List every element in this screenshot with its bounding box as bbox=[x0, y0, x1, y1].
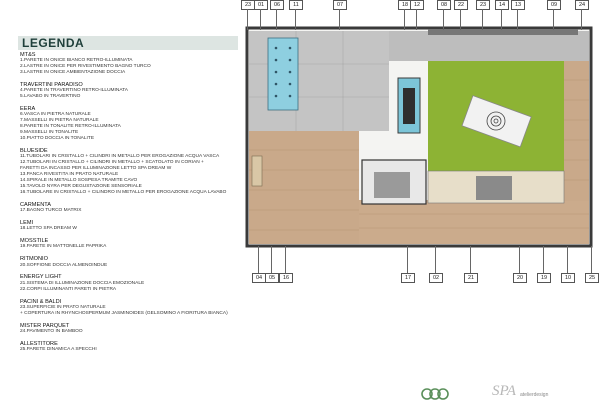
callout-label: 10 bbox=[561, 273, 575, 283]
legend-item: 22.CORPI ILLUMINANTI PARETI IN PIETRA bbox=[20, 286, 117, 292]
legend-item: 5.LAVABO IN TRAVERTINO bbox=[20, 94, 81, 100]
turkish-bath-bench bbox=[374, 172, 410, 198]
leader-line bbox=[543, 246, 544, 273]
legend-group: CARMENTA 17.BAGNO TURCO MATRIX bbox=[20, 202, 235, 214]
legend-item: 3.LASTRE IN ONICE AMBIENTAZIONE DOCCIA bbox=[20, 70, 126, 76]
callout-label: 05 bbox=[265, 273, 279, 283]
callout-label: 07 bbox=[333, 0, 347, 10]
leader-line bbox=[407, 246, 408, 273]
wood-floor-left bbox=[249, 131, 359, 244]
leader-line bbox=[443, 9, 444, 30]
floor-plan-svg bbox=[245, 26, 593, 248]
leader-line bbox=[285, 246, 286, 273]
leader-line bbox=[247, 9, 248, 30]
legend-group: MISTER PARQUET 24.PAVIMENTO IN BAMBOO bbox=[20, 323, 235, 335]
callout-label: 17 bbox=[401, 273, 415, 283]
leader-line bbox=[258, 246, 259, 273]
leader-line bbox=[517, 9, 518, 30]
callout-label: 11 bbox=[289, 0, 303, 10]
callout-label: 13 bbox=[511, 0, 525, 10]
callout-label: 04 bbox=[252, 273, 266, 283]
legend-item: 24.PAVIMENTO IN BAMBOO bbox=[20, 328, 83, 334]
callout-label: 08 bbox=[437, 0, 451, 10]
washbasin bbox=[251, 155, 263, 187]
callout-label: 09 bbox=[547, 0, 561, 10]
callout-label: 20 bbox=[513, 273, 527, 283]
leader-line bbox=[482, 9, 483, 30]
brand-tagline: atelierdesign bbox=[520, 392, 549, 398]
legend-item: 17.BAGNO TURCO MATRIX bbox=[20, 207, 82, 213]
top-wall-strip bbox=[428, 29, 578, 35]
legend-item: 25.PARETE DINAMICA A SPECCHI bbox=[20, 347, 97, 353]
legend-group: ENERGY LIGHT 21.SISTEMA DI ILLUMINAZIONE … bbox=[20, 274, 235, 292]
callout-label: 23 bbox=[241, 0, 255, 10]
legend-group: MOSSTILE 19.PARETE IN MATTONELLE PAPRIKA bbox=[20, 238, 235, 250]
legend-item: 19.PARETE IN MATTONELLE PAPRIKA bbox=[20, 244, 107, 250]
callout-label: 22 bbox=[454, 0, 468, 10]
legend-group: EERA 6.VASCA IN PIETRA NATURALE 7.MASSELLI… bbox=[20, 106, 235, 142]
legend-group: MT&S 1.PARETE IN ONICE BIANCO RETRO-ILLUM… bbox=[20, 52, 235, 76]
callout-label: 21 bbox=[464, 273, 478, 283]
leader-line bbox=[260, 9, 261, 30]
leader-line bbox=[276, 9, 277, 30]
callout-label: 25 bbox=[585, 273, 599, 283]
callout-label: 01 bbox=[254, 0, 268, 10]
callout-label: 14 bbox=[495, 0, 509, 10]
callout-label: 16 bbox=[279, 273, 293, 283]
shower-tray bbox=[476, 176, 512, 200]
bath-tube bbox=[403, 88, 415, 124]
leader-line bbox=[591, 246, 592, 273]
leader-line bbox=[581, 9, 582, 30]
footer-logos: SPA atelierdesign bbox=[420, 383, 610, 400]
callout-label: 02 bbox=[429, 273, 443, 283]
callout-label: 12 bbox=[410, 0, 424, 10]
legend-group: RITMONIO 20.SOFFIONE DOCCIA ALMENOINDUE bbox=[20, 256, 235, 268]
legend-item: 10.PIATTO DOCCIA IN TONALITE bbox=[20, 136, 95, 142]
leader-line bbox=[519, 246, 520, 273]
onyx-wall bbox=[267, 37, 299, 111]
legend-item: 20.SOFFIONE DOCCIA ALMENOINDUE bbox=[20, 262, 108, 268]
leader-line bbox=[404, 9, 405, 30]
brand-logo: SPA bbox=[492, 383, 516, 399]
legend-group: BLUESIDE 11.TUBOLARI IN CRISTALLO + CILIN… bbox=[20, 148, 235, 196]
legend-item: 16.TUBOLARE IN CRISTALLO + CILINDRO IN M… bbox=[20, 189, 227, 195]
callout-label: 19 bbox=[537, 273, 551, 283]
legend-title: LEGENDA bbox=[18, 36, 238, 50]
callout-label: 06 bbox=[270, 0, 284, 10]
legend-group: ALLESTITORE 25.PARETE DINAMICA A SPECCHI bbox=[20, 341, 235, 353]
legend-body: MT&S 1.PARETE IN ONICE BIANCO RETRO-ILLUM… bbox=[20, 52, 235, 359]
leader-line bbox=[501, 9, 502, 30]
leader-line bbox=[271, 246, 272, 273]
callout-label: 24 bbox=[575, 0, 589, 10]
legend-item: 18.LETTO SPA DREAM W bbox=[20, 226, 77, 232]
leader-line bbox=[470, 246, 471, 273]
legend-panel: LEGENDA MT&S 1.PARETE IN ONICE BIANCO RET… bbox=[0, 0, 238, 400]
floor-plan: 23 01 06 11 07 18 12 08 22 23 14 13 09 24 04 05 16 17 02 2… bbox=[238, 0, 615, 290]
legend-group: PACINI & BALDI 23.SUPERFICIE IN PRATO NAT… bbox=[20, 299, 235, 317]
stone-floor-top bbox=[389, 31, 589, 61]
leader-line bbox=[435, 246, 436, 273]
legend-item: + COPERTURA IN RHYNCHOSPERMUM JASMINOIDE… bbox=[20, 310, 228, 316]
leader-line bbox=[567, 246, 568, 273]
legend-group: LEMI 18.LETTO SPA DREAM W bbox=[20, 220, 235, 232]
leader-line bbox=[339, 9, 340, 30]
leader-line bbox=[295, 9, 296, 30]
leader-line bbox=[553, 9, 554, 30]
legend-group: TRAVERTINI PARADISO 4.PARETE IN TRAVERTIN… bbox=[20, 82, 235, 100]
wood-floor-bottom bbox=[359, 200, 589, 244]
leader-line bbox=[416, 9, 417, 30]
leader-line bbox=[460, 9, 461, 30]
callout-label: 23 bbox=[476, 0, 490, 10]
